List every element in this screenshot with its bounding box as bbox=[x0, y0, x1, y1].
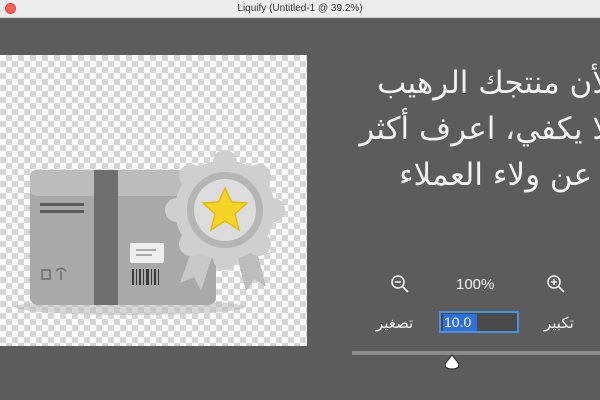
zoom-controls: 100% bbox=[330, 272, 600, 300]
close-window-button[interactable] bbox=[5, 3, 16, 14]
zoom-percentage: 100% bbox=[456, 276, 495, 293]
box-tape bbox=[94, 170, 118, 305]
window-titlebar: Liquify (Untitled-1 @ 39.2%) bbox=[0, 0, 600, 18]
award-rosette bbox=[165, 150, 285, 270]
headline-block: لأن منتجك الرهيب لا يكفي، اعرف أكثر عن و… bbox=[310, 60, 600, 210]
slider-thumb[interactable] bbox=[444, 354, 460, 374]
magnifier-minus-icon[interactable] bbox=[388, 272, 412, 296]
brush-size-value: 10.0 bbox=[444, 314, 472, 330]
magnifier-plus-icon[interactable] bbox=[544, 272, 568, 296]
headline-line-3: عن ولاء العملاء bbox=[398, 157, 592, 193]
enlarge-label: تكبير bbox=[544, 314, 574, 332]
headline-line-2: لا يكفي، اعرف أكثر bbox=[359, 111, 600, 147]
box-award-illustration bbox=[15, 150, 285, 315]
headline-line-1: لأن منتجك الرهيب bbox=[377, 65, 600, 101]
box-label bbox=[130, 243, 164, 263]
brush-size-slider[interactable] bbox=[352, 351, 600, 355]
shrink-label: تصغير bbox=[376, 314, 414, 332]
image-canvas[interactable] bbox=[0, 55, 307, 346]
window-title: Liquify (Untitled-1 @ 39.2%) bbox=[237, 3, 363, 14]
